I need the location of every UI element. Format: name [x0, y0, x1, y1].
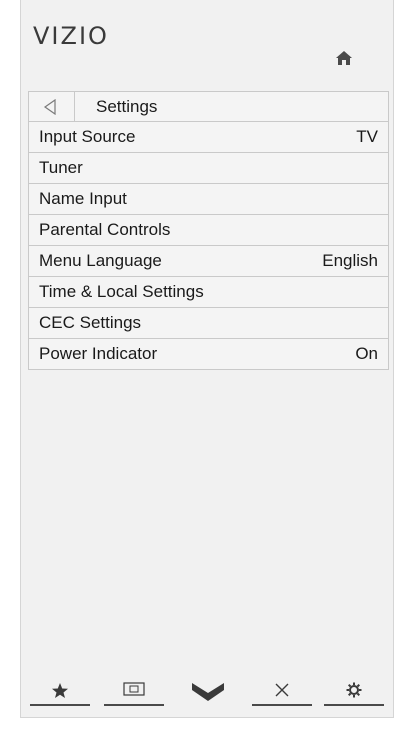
- back-arrow-icon: [43, 99, 56, 115]
- menu-item-menu-language[interactable]: Menu Language English: [28, 246, 389, 277]
- vizio-logo: VIZIO: [33, 22, 109, 50]
- menu-item-label: Tuner: [39, 158, 83, 177]
- menu-item-label: CEC Settings: [39, 313, 142, 332]
- menu-item-value: English: [322, 251, 378, 270]
- gear-icon: [346, 682, 362, 698]
- menu-item-value: TV: [356, 127, 378, 146]
- button-underline: [30, 704, 90, 706]
- settings-menu: Settings Input Source TV Tuner Name Inpu…: [28, 91, 389, 370]
- menu-item-value: On: [355, 344, 378, 363]
- picture-button[interactable]: [104, 680, 164, 706]
- menu-item-label: Name Input: [39, 189, 127, 208]
- picture-icon: [123, 682, 145, 696]
- menu-title: Settings: [96, 97, 158, 116]
- menu-item-time-local-settings[interactable]: Time & Local Settings: [28, 277, 389, 308]
- vizio-v-icon: [192, 683, 224, 701]
- menu-item-label: Input Source: [39, 127, 136, 146]
- menu-item-label: Time & Local Settings: [39, 282, 204, 301]
- menu-item-parental-controls[interactable]: Parental Controls: [28, 215, 389, 246]
- bottom-nav-bar: [30, 680, 384, 706]
- menu-item-cec-settings[interactable]: CEC Settings: [28, 308, 389, 339]
- menu-header: Settings: [28, 91, 389, 122]
- home-icon[interactable]: [335, 50, 353, 66]
- menu-item-label: Parental Controls: [39, 220, 171, 239]
- button-underline: [252, 704, 312, 706]
- settings-button[interactable]: [324, 680, 384, 706]
- exit-button[interactable]: [252, 680, 312, 706]
- button-underline: [324, 704, 384, 706]
- favorites-button[interactable]: [30, 680, 90, 706]
- menu-item-power-indicator[interactable]: Power Indicator On: [28, 339, 389, 370]
- button-underline: [104, 704, 164, 706]
- menu-item-label: Power Indicator: [39, 344, 158, 363]
- back-button[interactable]: [29, 92, 75, 121]
- menu-item-tuner[interactable]: Tuner: [28, 153, 389, 184]
- menu-item-name-input[interactable]: Name Input: [28, 184, 389, 215]
- star-icon: [52, 683, 68, 698]
- menu-item-input-source[interactable]: Input Source TV: [28, 122, 389, 153]
- menu-item-label: Menu Language: [39, 251, 162, 270]
- vizio-button[interactable]: [178, 680, 238, 706]
- close-icon: [275, 683, 289, 697]
